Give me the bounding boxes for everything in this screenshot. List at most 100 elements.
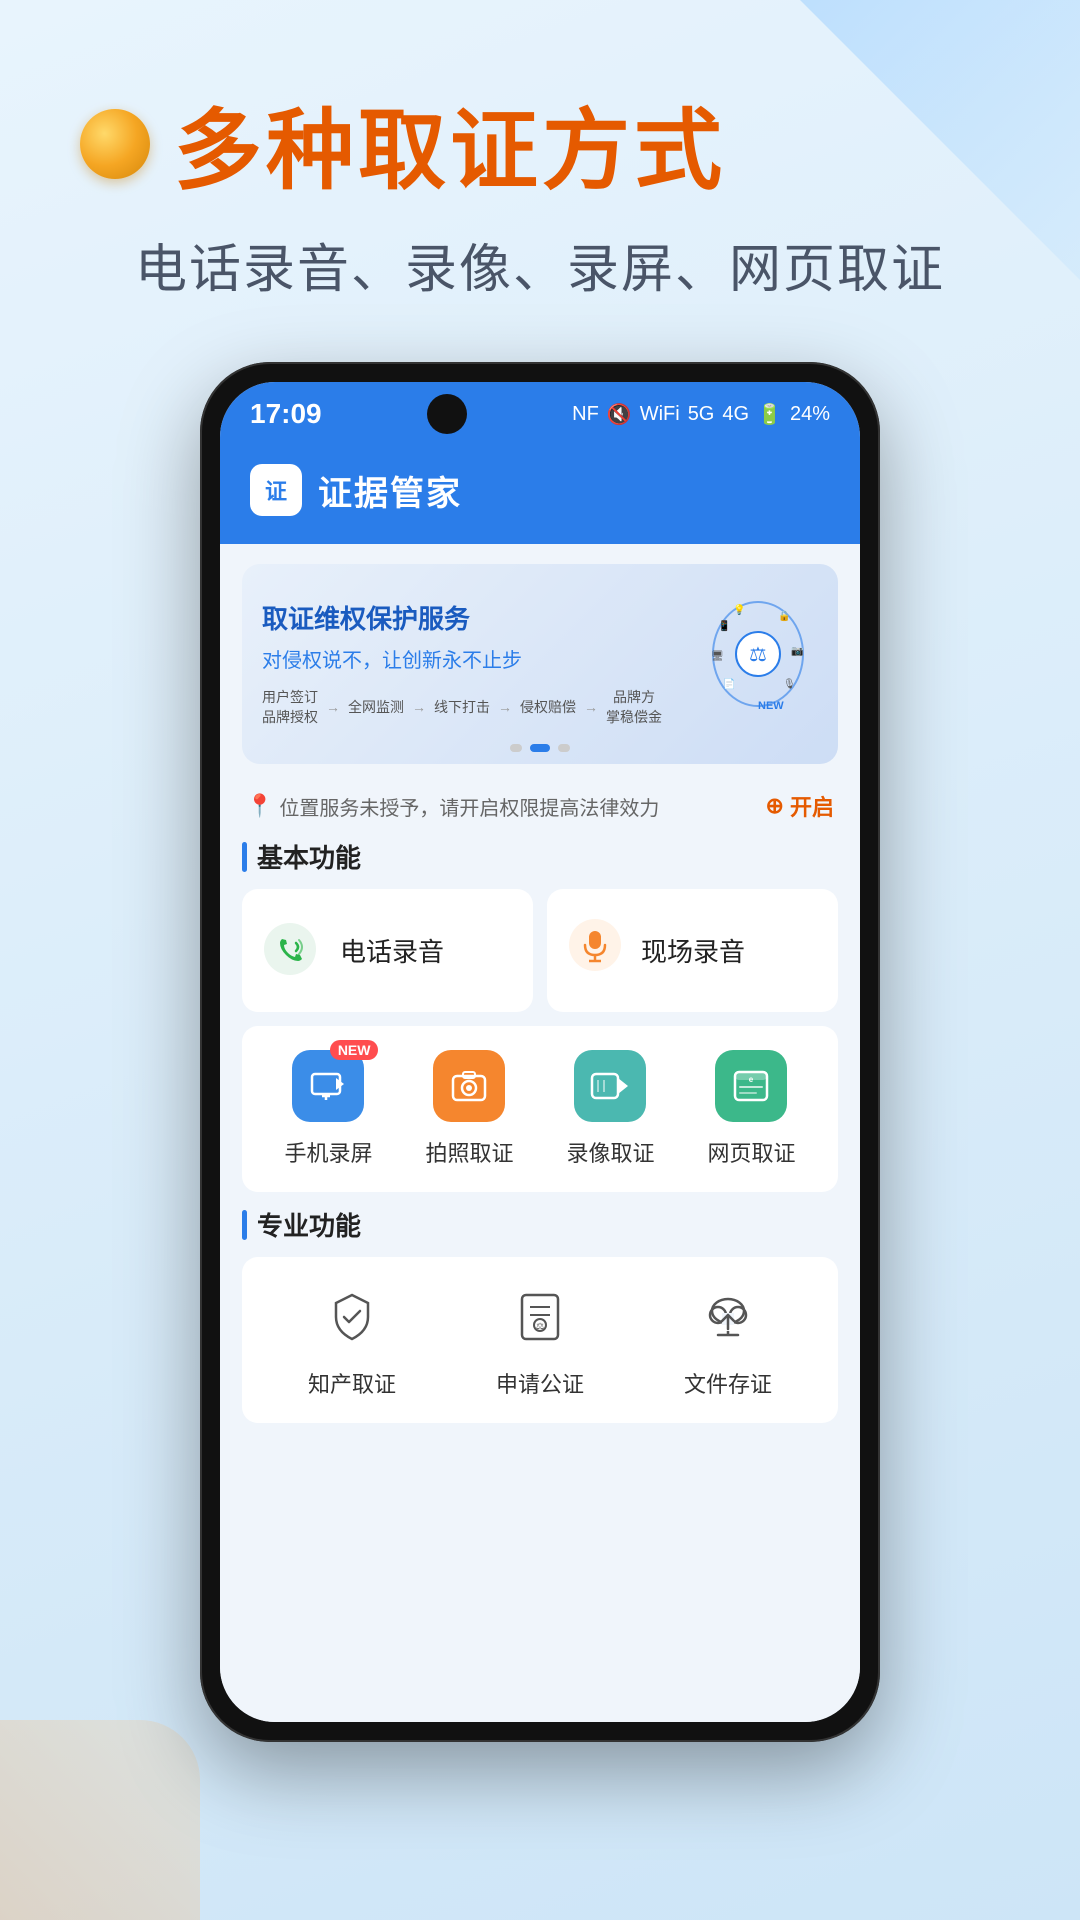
dot-1 [510, 744, 522, 752]
banner-card[interactable]: 取证维权保护服务 对侵权说不，让创新永不止步 用户签订品牌授权 → 全网监测 →… [242, 564, 838, 764]
basic-section-title: 基本功能 [257, 838, 361, 875]
svg-text:🎙: 🎙 [783, 678, 796, 690]
location-open-btn[interactable]: ⊕ 开启 [766, 790, 834, 822]
photo-evidence-label: 拍照取证 [425, 1136, 513, 1168]
web-evidence-item[interactable]: e 网页取证 [707, 1050, 795, 1168]
onsite-record-label: 现场录音 [641, 932, 745, 969]
phone-record-card[interactable]: 电话录音 [242, 889, 533, 1012]
step-2: 全网监测 [348, 697, 404, 717]
dot-3 [558, 744, 570, 752]
web-evidence-icon: e [715, 1050, 787, 1122]
svg-text:📱: 📱 [718, 619, 730, 632]
svg-text:📷: 📷 [791, 646, 803, 657]
logo-text: 证 [265, 474, 287, 506]
video-evidence-icon [574, 1050, 646, 1122]
step-1: 用户签订品牌授权 [262, 687, 318, 727]
app-logo: 证 [250, 464, 302, 516]
banner-title: 取证维权保护服务 [262, 601, 682, 637]
microphone-icon [567, 917, 623, 984]
mute-icon: 🔇 [607, 402, 632, 427]
pro-func-card: 知产取证 ⚖ 申请公证 [242, 1257, 838, 1423]
notary-item[interactable]: ⚖ 申请公证 [496, 1281, 584, 1399]
notary-icon: ⚖ [504, 1281, 576, 1353]
video-evidence-item[interactable]: 录像取证 [566, 1050, 654, 1168]
location-open-label: 开启 [790, 790, 834, 822]
ip-evidence-label: 知产取证 [308, 1367, 396, 1399]
location-open-icon: ⊕ [766, 793, 784, 819]
location-left: 📍 位置服务未授予，请开启权限提高法律效力 [246, 792, 659, 821]
ip-evidence-icon [316, 1281, 388, 1353]
arrow-1: → [326, 699, 340, 715]
banner-dots [510, 744, 570, 752]
svg-text:🔒: 🔒 [778, 610, 790, 622]
app-content: 取证维权保护服务 对侵权说不，让创新永不止步 用户签订品牌授权 → 全网监测 →… [220, 544, 860, 1722]
camera-notch [427, 394, 467, 434]
banner-image: ⚖ 📱 🔒 📷 🎙 📄 🖥 💡 NEW [698, 594, 818, 734]
gold-ball-icon [80, 109, 150, 179]
location-icon: 📍 [246, 793, 273, 819]
location-text: 位置服务未授予，请开启权限提高法律效力 [279, 792, 659, 821]
banner-text: 取证维权保护服务 对侵权说不，让创新永不止步 用户签订品牌授权 → 全网监测 →… [262, 601, 682, 726]
file-deposit-item[interactable]: 文件存证 [684, 1281, 772, 1399]
screen-record-icon: NEW [292, 1050, 364, 1122]
phone-frame: 17:09 NF 🔇 WiFi 5G 4G 🔋 24% 证 证据管家 [200, 362, 880, 1742]
dot-2-active [530, 744, 550, 752]
step-4: 侵权赔偿 [520, 697, 576, 717]
svg-text:NEW: NEW [758, 700, 784, 712]
pro-section-header: 专业功能 [242, 1206, 838, 1243]
app-header: 证 证据管家 [220, 446, 860, 544]
photo-evidence-icon [433, 1050, 505, 1122]
file-deposit-label: 文件存证 [684, 1367, 772, 1399]
banner-steps: 用户签订品牌授权 → 全网监测 → 线下打击 → 侵权赔偿 → 品牌方掌稳偿金 [262, 687, 682, 727]
svg-text:⚖: ⚖ [536, 1321, 544, 1331]
app-name: 证据管家 [318, 466, 462, 515]
nf-icon: NF [572, 403, 599, 426]
svg-text:📄: 📄 [723, 677, 735, 690]
web-evidence-label: 网页取证 [707, 1136, 795, 1168]
section-bar-indicator [242, 842, 247, 872]
video-evidence-label: 录像取证 [566, 1136, 654, 1168]
arrow-2: → [412, 699, 426, 715]
pro-section-bar [242, 1210, 247, 1240]
bg-decoration-bottom-left [0, 1720, 200, 1920]
battery-percent: 24% [790, 403, 830, 426]
status-time: 17:09 [250, 398, 322, 430]
signal-4g: 4G [722, 403, 749, 426]
screen-record-label: 手机录屏 [284, 1136, 372, 1168]
phone-record-label: 电话录音 [340, 932, 444, 969]
banner-subtitle: 对侵权说不，让创新永不止步 [262, 644, 682, 673]
screen-record-item[interactable]: NEW 手机录屏 [284, 1050, 372, 1168]
onsite-record-card[interactable]: 现场录音 [547, 889, 838, 1012]
basic-section-header: 基本功能 [242, 838, 838, 875]
ip-evidence-item[interactable]: 知产取证 [308, 1281, 396, 1399]
banner-inner: 取证维权保护服务 对侵权说不，让创新永不止步 用户签订品牌授权 → 全网监测 →… [242, 564, 838, 764]
main-title: 多种取证方式 [174, 80, 726, 207]
photo-evidence-item[interactable]: 拍照取证 [425, 1050, 513, 1168]
new-badge: NEW [330, 1040, 379, 1060]
step-5: 品牌方掌稳偿金 [606, 687, 662, 727]
svg-text:💡: 💡 [733, 603, 745, 616]
svg-text:e: e [749, 1075, 754, 1084]
func-grid: NEW 手机录屏 [242, 1026, 838, 1192]
phone-container: 17:09 NF 🔇 WiFi 5G 4G 🔋 24% 证 证据管家 [0, 342, 1080, 1742]
battery-icon: 🔋 [757, 402, 782, 427]
step-3: 线下打击 [434, 697, 490, 717]
status-icons: NF 🔇 WiFi 5G 4G 🔋 24% [572, 402, 830, 427]
status-bar: 17:09 NF 🔇 WiFi 5G 4G 🔋 24% [220, 382, 860, 446]
title-row: 多种取证方式 [80, 80, 1000, 207]
subtitle: 电话录音、录像、录屏、网页取证 [80, 227, 1000, 302]
pro-section-title: 专业功能 [257, 1206, 361, 1243]
location-notice: 📍 位置服务未授予，请开启权限提高法律效力 ⊕ 开启 [242, 780, 838, 832]
arrow-3: → [498, 699, 512, 715]
svg-text:⚖: ⚖ [749, 644, 767, 666]
banner-svg-image: ⚖ 📱 🔒 📷 🎙 📄 🖥 💡 NEW [703, 599, 813, 729]
svg-text:🖥: 🖥 [711, 650, 724, 662]
phone-inner: 17:09 NF 🔇 WiFi 5G 4G 🔋 24% 证 证据管家 [220, 382, 860, 1722]
file-deposit-icon [692, 1281, 764, 1353]
phone-wave-icon [262, 921, 322, 981]
notary-label: 申请公证 [496, 1367, 584, 1399]
basic-func-row: 电话录音 现场录音 [242, 889, 838, 1012]
arrow-4: → [584, 699, 598, 715]
signal-5g: 5G [688, 403, 715, 426]
wifi-icon: WiFi [640, 403, 680, 426]
